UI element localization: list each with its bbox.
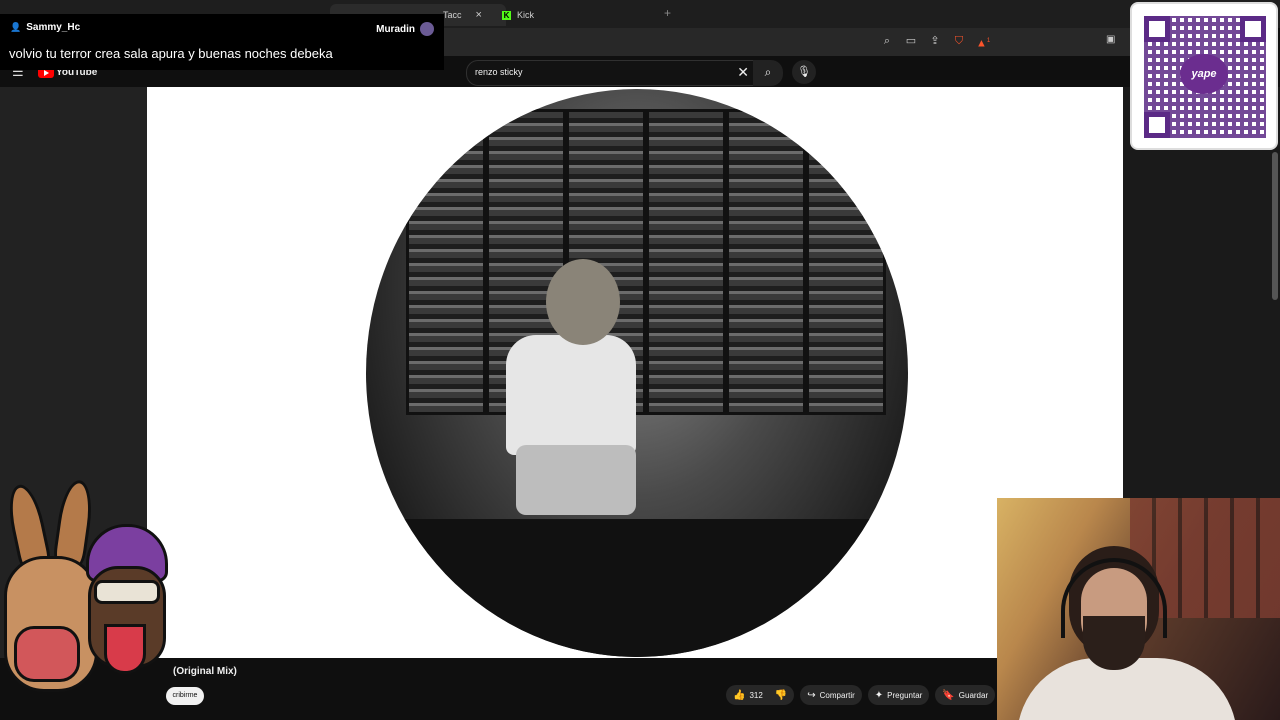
share-button[interactable]: ↪ Compartir xyxy=(800,685,862,705)
search-icon: ⌕ xyxy=(764,65,772,79)
chat-username-text: Sammy_Hc xyxy=(26,22,81,33)
share-label: Compartir xyxy=(819,690,855,700)
like-button[interactable]: 👍 312 👎 xyxy=(726,685,795,705)
computer-rack xyxy=(406,109,486,415)
person-head xyxy=(546,259,620,345)
cast-icon[interactable]: ▭ xyxy=(904,34,918,48)
new-tab-button[interactable]: + xyxy=(664,6,671,20)
bookmark-icon: 🔖 xyxy=(942,689,955,701)
chat-message: volvio tu terror crea sala apura y buena… xyxy=(9,46,333,61)
yape-qr-code: yape xyxy=(1130,2,1278,150)
sidebar-toggle-icon[interactable]: ▣ xyxy=(1106,34,1120,48)
video-actions: 👍 312 👎 ↪ Compartir ✦ Preguntar 🔖 Guarda… xyxy=(726,685,996,705)
page-scrollbar[interactable] xyxy=(1272,152,1278,300)
kick-logo-icon: K xyxy=(502,10,511,20)
cartoon-tongue xyxy=(104,624,146,674)
tab-kick[interactable]: K Kick xyxy=(502,4,534,26)
bot-avatar xyxy=(420,22,434,36)
person-body xyxy=(506,335,636,455)
video-title: (Original Mix) xyxy=(173,666,237,677)
tab-label: Tacc xyxy=(443,10,462,20)
search-query: renzo sticky xyxy=(475,67,523,77)
user-icon: 👤 xyxy=(10,22,22,32)
qr-corner xyxy=(1144,112,1170,138)
save-label: Guardar xyxy=(958,690,989,700)
chat-overlay: 👤 Sammy_Hc Muradin volvio tu terror crea… xyxy=(0,14,444,70)
search-button[interactable]: ⌕ xyxy=(753,60,783,86)
search-input[interactable]: renzo sticky ✕ xyxy=(466,60,754,86)
streamer-mascot xyxy=(0,476,176,720)
webcam-feed xyxy=(997,498,1280,720)
clear-search-icon[interactable]: ✕ xyxy=(737,64,749,81)
like-count: 312 xyxy=(749,690,763,700)
chat-bot: Muradin xyxy=(376,22,434,36)
sparkle-icon: ✦ xyxy=(874,689,884,701)
save-button[interactable]: 🔖 Guardar xyxy=(935,685,996,705)
voice-search-button[interactable]: 🎙 xyxy=(792,60,816,84)
share-icon: ↪ xyxy=(807,689,816,701)
qr-corner xyxy=(1240,16,1266,42)
brave-shield-icon[interactable]: ⛉ xyxy=(952,34,966,48)
brave-rewards-icon[interactable]: ▲1 xyxy=(976,34,990,50)
video-frame-image xyxy=(366,89,908,657)
qr-corner xyxy=(1144,16,1170,42)
person-legs xyxy=(516,445,636,515)
zoom-icon[interactable]: ⌕ xyxy=(880,34,894,48)
tab-close-icon[interactable]: × xyxy=(476,9,482,21)
ask-label: Preguntar xyxy=(887,690,923,700)
yape-logo: yape xyxy=(1180,54,1228,94)
cartoon-glasses xyxy=(94,580,160,604)
mic-icon: 🎙 xyxy=(797,66,811,78)
ask-button[interactable]: ✦ Preguntar xyxy=(867,685,930,705)
computer-rack xyxy=(646,109,726,415)
donkey-mouth xyxy=(14,626,80,682)
share-page-icon[interactable]: ⇪ xyxy=(928,34,942,48)
thumbs-up-icon: 👍 xyxy=(733,689,746,701)
chat-bot-name: Muradin xyxy=(376,23,415,35)
thumbs-down-icon[interactable]: 👎 xyxy=(775,690,787,701)
floor xyxy=(366,519,908,657)
computer-rack xyxy=(806,109,886,415)
tab-label: Kick xyxy=(517,10,535,20)
video-player[interactable] xyxy=(147,87,1123,658)
chat-username: 👤 Sammy_Hc xyxy=(10,22,80,33)
computer-rack xyxy=(726,109,806,415)
